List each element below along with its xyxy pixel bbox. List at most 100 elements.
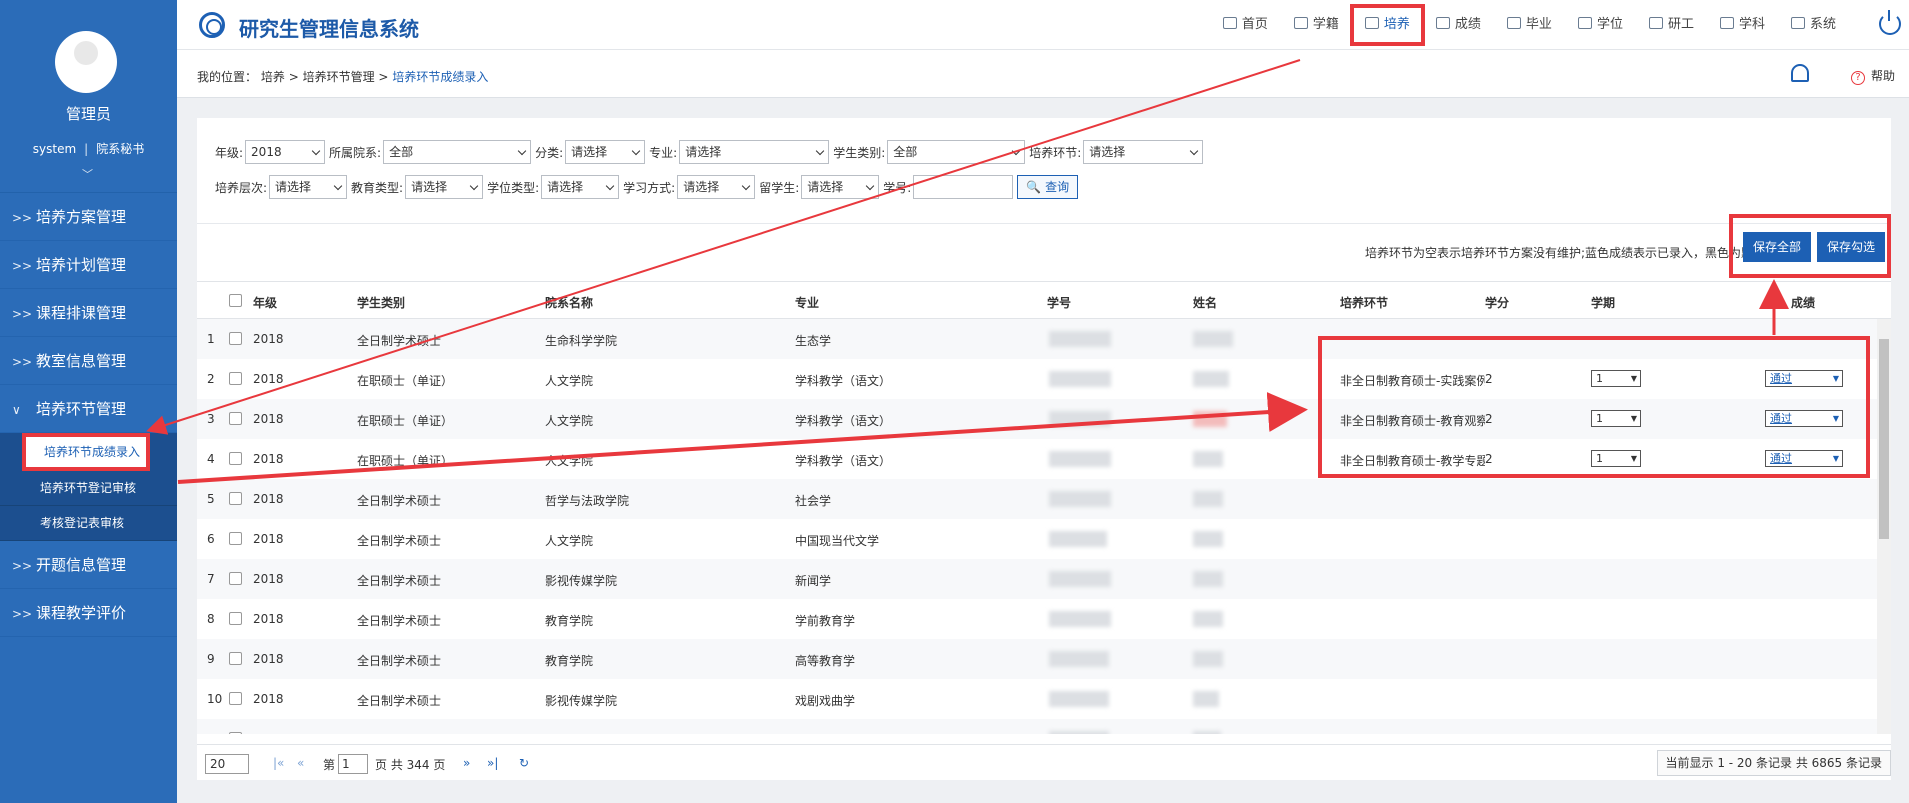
row-checkbox[interactable] bbox=[229, 492, 242, 505]
row-checkbox[interactable] bbox=[229, 412, 242, 425]
help-link[interactable]: ? 帮助 bbox=[1850, 67, 1895, 85]
first-page-icon[interactable]: |« bbox=[273, 756, 284, 770]
nav-grades[interactable]: 成绩 bbox=[1423, 0, 1494, 50]
study-mode-select[interactable]: 请选择 bbox=[677, 175, 756, 199]
edu-type-label: 教育类型: bbox=[351, 180, 404, 195]
nav-degree[interactable]: 学位 bbox=[1565, 0, 1636, 50]
cell-grade: 2018 bbox=[253, 572, 284, 586]
table-row[interactable]: 7 2018 全日制学术硕士 影视传媒学院 新闻学 bbox=[197, 559, 1877, 599]
table-row[interactable]: 6 2018 全日制学术硕士 人文学院 中国现当代文学 bbox=[197, 519, 1877, 559]
nav-student-affairs[interactable]: 研工 bbox=[1636, 0, 1707, 50]
row-checkbox[interactable] bbox=[229, 732, 242, 734]
row-checkbox[interactable] bbox=[229, 332, 242, 345]
breadcrumb-item[interactable]: 培养环节管理 bbox=[303, 70, 375, 84]
grade-select[interactable]: 2018 bbox=[245, 140, 326, 164]
row-checkbox[interactable] bbox=[229, 572, 242, 585]
next-page-icon[interactable]: » bbox=[463, 756, 470, 770]
table-row[interactable]: 8 2018 全日制学术硕士 教育学院 学前教育学 bbox=[197, 599, 1877, 639]
cell-major: 社会学 bbox=[795, 494, 832, 508]
avatar[interactable] bbox=[55, 31, 117, 93]
refresh-icon[interactable]: ↻ bbox=[519, 756, 529, 770]
redacted-name bbox=[1193, 371, 1229, 387]
sidebar-subitem-registration-review[interactable]: 培养环节登记审核 bbox=[0, 471, 177, 506]
sidebar-item-classroom[interactable]: >> 教室信息管理 bbox=[0, 337, 177, 385]
table-row[interactable]: 9 2018 全日制学术硕士 教育学院 高等教育学 bbox=[197, 639, 1877, 679]
sidebar-item-evaluation[interactable]: >> 课程教学评价 bbox=[0, 589, 177, 637]
row-checkbox[interactable] bbox=[229, 612, 242, 625]
table-row[interactable]: 5 2018 全日制学术硕士 哲学与法政学院 社会学 bbox=[197, 479, 1877, 519]
stage-select[interactable]: 请选择 bbox=[1083, 140, 1204, 164]
degree-type-select[interactable]: 请选择 bbox=[541, 175, 620, 199]
cell-college: 影视传媒学院 bbox=[545, 732, 617, 734]
row-checkbox[interactable] bbox=[229, 532, 242, 545]
redacted-student-no bbox=[1049, 731, 1109, 734]
column-header: 专业 bbox=[795, 296, 820, 310]
cell-college: 人文学院 bbox=[545, 414, 594, 428]
select-all-checkbox[interactable] bbox=[229, 294, 242, 307]
redacted-student-no bbox=[1049, 451, 1111, 467]
sidebar-subitem-assessment-review[interactable]: 考核登记表审核 bbox=[0, 506, 177, 541]
college-select[interactable]: 全部 bbox=[383, 140, 532, 164]
nav-status[interactable]: 学籍 bbox=[1281, 0, 1352, 50]
save-checked-button[interactable]: 保存勾选 bbox=[1817, 232, 1886, 262]
level-select[interactable]: 请选择 bbox=[269, 175, 348, 199]
sidebar-item-course-schedule[interactable]: >> 课程排课管理 bbox=[0, 289, 177, 337]
row-checkbox[interactable] bbox=[229, 452, 242, 465]
filter-panel: 年级: 2018 所属院系: 全部 分类: 请选择 专业: 请选择 学生类别: … bbox=[197, 118, 1891, 224]
last-page-icon[interactable]: »| bbox=[487, 756, 498, 770]
chevron-right-icon: >> bbox=[12, 259, 33, 273]
sidebar-item-plan[interactable]: >> 培养计划管理 bbox=[0, 241, 177, 289]
sidebar-subitem-score-entry[interactable]: 培养环节成绩录入 bbox=[22, 433, 150, 471]
bell-icon[interactable] bbox=[1791, 64, 1809, 82]
sidebar-item-proposal[interactable]: >> 开题信息管理 bbox=[0, 541, 177, 589]
cell-college: 生命科学学院 bbox=[545, 334, 618, 348]
save-all-button[interactable]: 保存全部 bbox=[1743, 232, 1812, 262]
column-header: 学生类别 bbox=[357, 296, 406, 310]
query-button[interactable]: 🔍 查询 bbox=[1017, 175, 1079, 199]
redacted-name bbox=[1193, 491, 1223, 507]
cell-student-type: 全日制学术硕士 bbox=[357, 654, 442, 668]
nav-system[interactable]: 系统 bbox=[1778, 0, 1849, 50]
redacted-student-no bbox=[1049, 651, 1109, 667]
category-select[interactable]: 请选择 bbox=[565, 140, 646, 164]
major-select[interactable]: 请选择 bbox=[679, 140, 830, 164]
table-row[interactable]: 11 2018 全日制学术硕士 影视传媒学院 戏剧戏曲学 bbox=[197, 719, 1877, 734]
cell-college: 哲学与法政学院 bbox=[545, 494, 630, 508]
row-number: 4 bbox=[207, 452, 215, 466]
table-row[interactable]: 10 2018 全日制学术硕士 影视传媒学院 戏剧戏曲学 bbox=[197, 679, 1877, 719]
grid-icon bbox=[1648, 17, 1663, 29]
column-header: 学分 bbox=[1485, 296, 1510, 310]
nav-graduation[interactable]: 毕业 bbox=[1494, 0, 1565, 50]
page-size-select[interactable]: 20 bbox=[205, 754, 249, 774]
power-icon[interactable] bbox=[1879, 10, 1901, 35]
redacted-name bbox=[1193, 571, 1223, 587]
nav-discipline[interactable]: 学科 bbox=[1707, 0, 1778, 50]
page-number-input[interactable]: 1 bbox=[338, 754, 368, 774]
gear-icon bbox=[1790, 17, 1805, 29]
scrollbar[interactable] bbox=[1877, 319, 1891, 734]
column-header: 年级 bbox=[253, 296, 278, 310]
column-header: 培养环节 bbox=[1340, 296, 1389, 310]
breadcrumb-item[interactable]: 培养 bbox=[261, 70, 285, 84]
sidebar-item-training-stage[interactable]: ∨ 培养环节管理 bbox=[0, 385, 177, 433]
nav-home[interactable]: 首页 bbox=[1210, 0, 1281, 50]
scrollbar-thumb[interactable] bbox=[1879, 339, 1889, 539]
chevron-down-icon[interactable]: ﹀ bbox=[82, 166, 93, 182]
redacted-name bbox=[1193, 331, 1233, 347]
redacted-name bbox=[1193, 691, 1219, 707]
row-checkbox[interactable] bbox=[229, 372, 242, 385]
intl-select[interactable]: 请选择 bbox=[801, 175, 880, 199]
row-checkbox[interactable] bbox=[229, 652, 242, 665]
edu-type-select[interactable]: 请选择 bbox=[405, 175, 484, 199]
cell-student-type: 在职硕士（单证） bbox=[357, 374, 454, 388]
row-checkbox[interactable] bbox=[229, 692, 242, 705]
nav-training[interactable]: 培养 bbox=[1349, 0, 1425, 50]
redacted-name bbox=[1193, 611, 1223, 627]
page-prefix: 第 bbox=[323, 758, 336, 772]
student-no-input[interactable] bbox=[913, 175, 1014, 199]
student-type-select[interactable]: 全部 bbox=[887, 140, 1026, 164]
sidebar-item-plan-scheme[interactable]: >> 培养方案管理 bbox=[0, 193, 177, 241]
chevron-down-icon: ∨ bbox=[12, 403, 21, 417]
cell-student-type: 全日制学术硕士 bbox=[357, 694, 442, 708]
prev-page-icon[interactable]: « bbox=[297, 756, 304, 770]
